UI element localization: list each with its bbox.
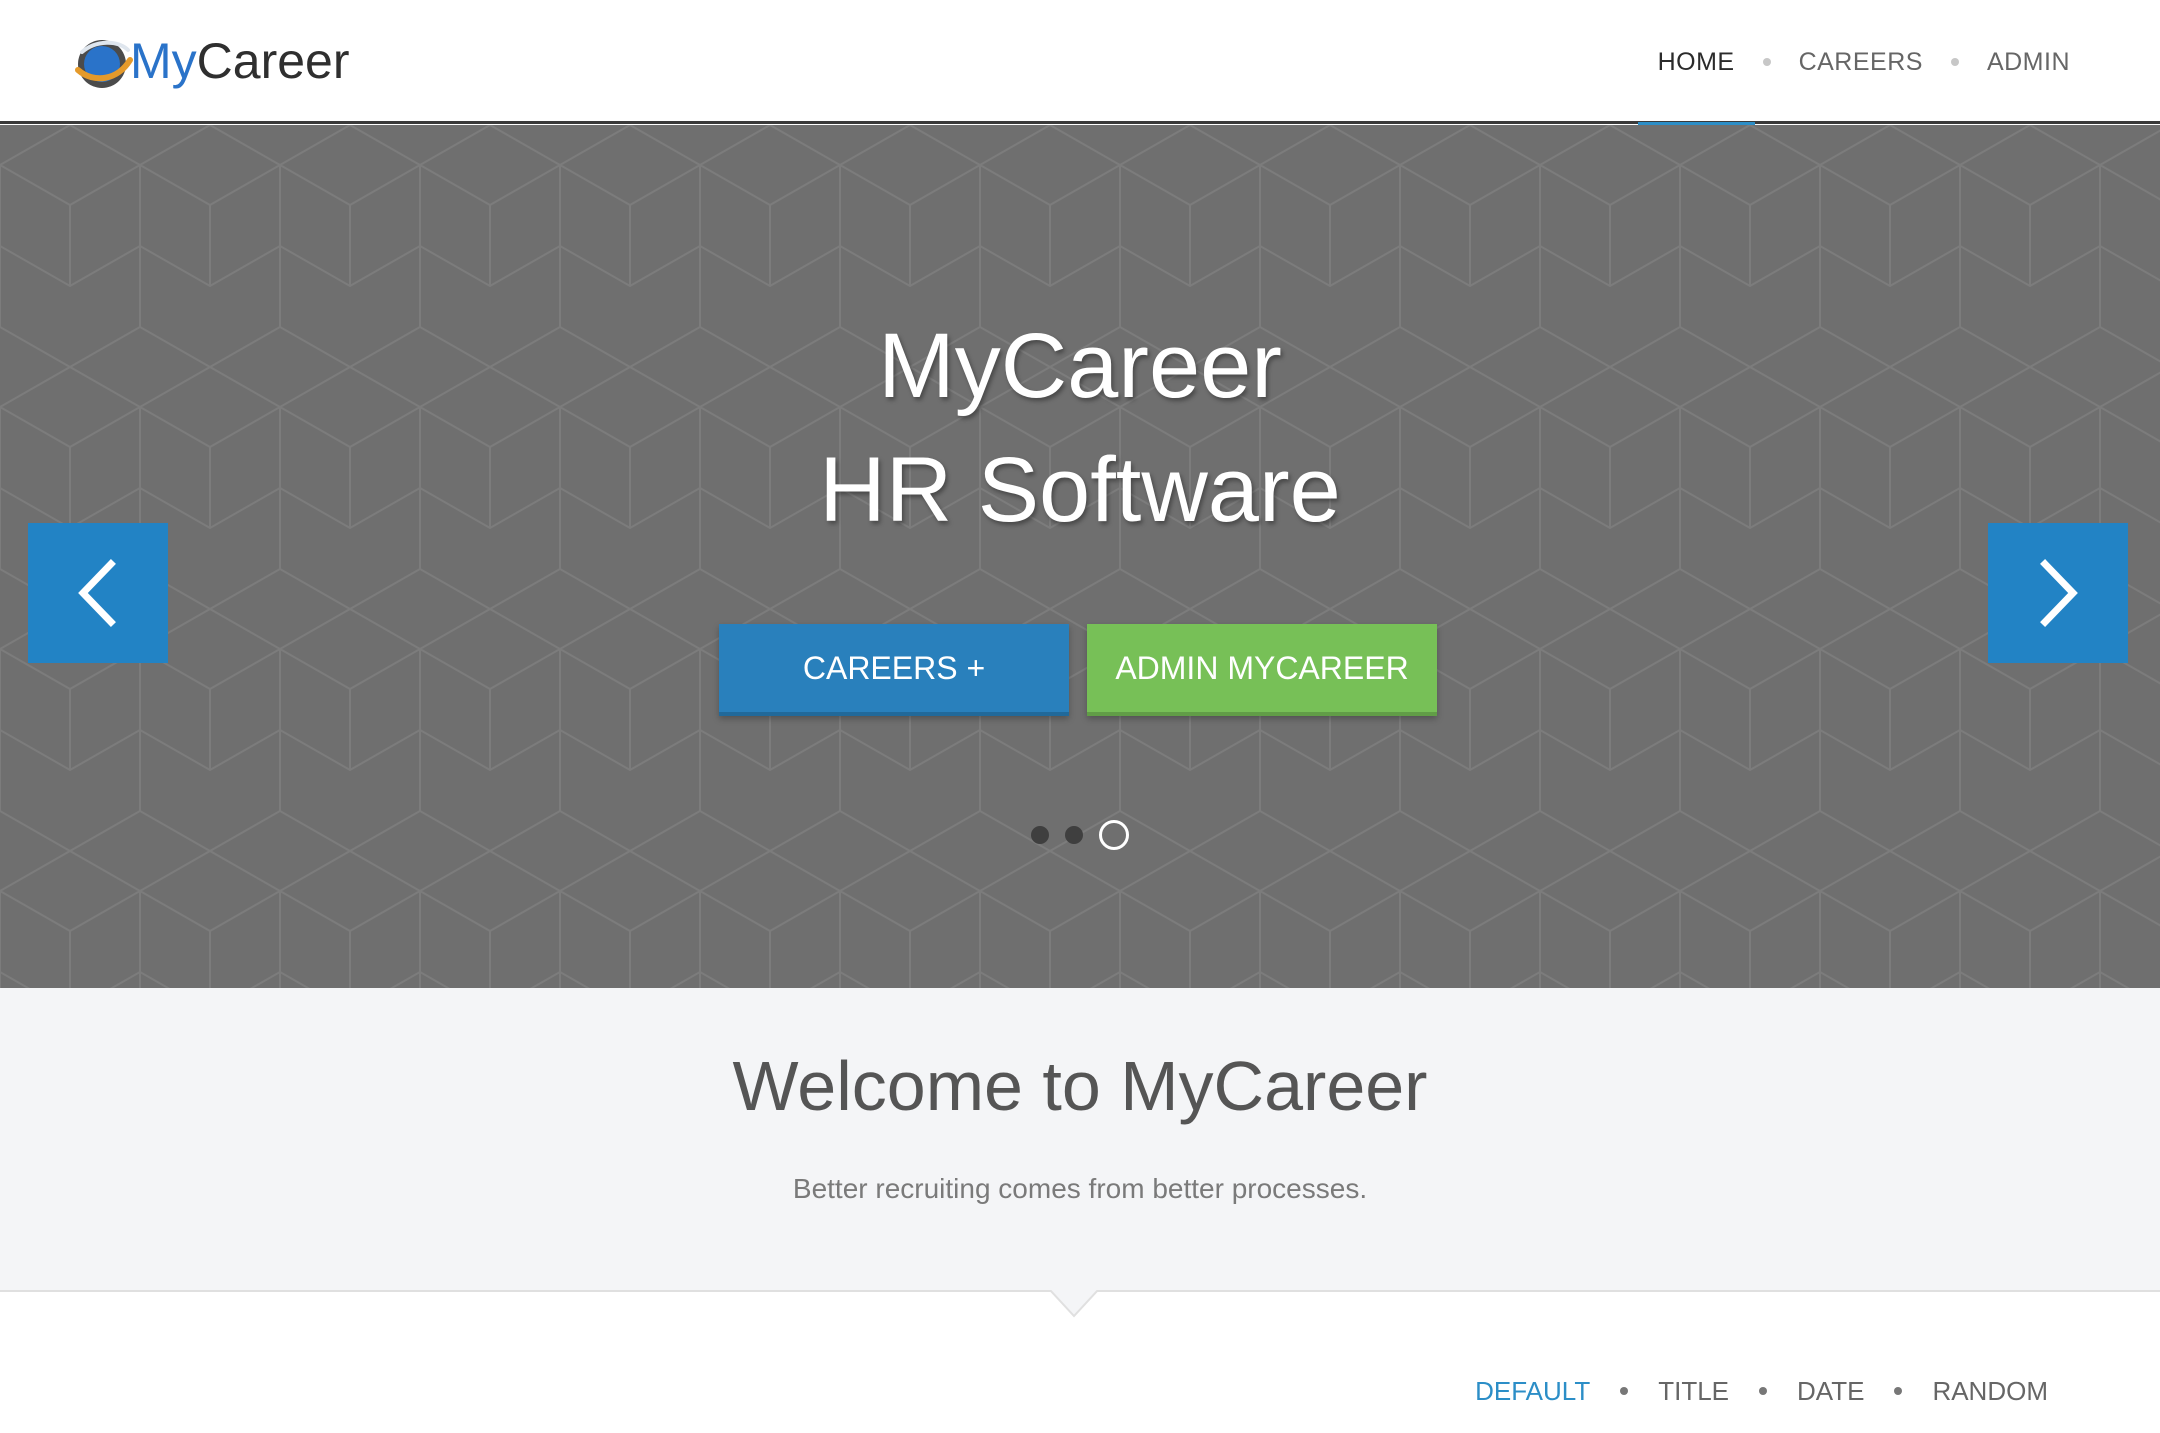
mycareer-logo[interactable]: MyCareer [74, 24, 364, 98]
logo-wordmark: MyCareer [130, 33, 350, 89]
sort-separator [1620, 1387, 1629, 1395]
section-divider-notch [1050, 1290, 1098, 1318]
next-slide-button[interactable] [1988, 523, 2128, 663]
sort-separator [1759, 1387, 1768, 1395]
site-header: MyCareer HOME CAREERS ADMIN [0, 0, 2160, 127]
sort-filter-bar: DEFAULT TITLE DATE RANDOM [1455, 1366, 2068, 1416]
nav-home[interactable]: HOME [1637, 0, 1755, 127]
hero-slider: MyCareer HR Software CAREERS + ADMIN MYC… [0, 125, 2160, 988]
previous-slide-button[interactable] [28, 523, 168, 663]
main-nav: HOME CAREERS ADMIN [1637, 0, 2090, 127]
sort-random[interactable]: RANDOM [1912, 1376, 2068, 1407]
chevron-left-icon [78, 559, 116, 627]
slide-dot-1[interactable] [1031, 826, 1049, 844]
hero-title-line2: HR Software [819, 439, 1341, 541]
slide-indicators [0, 820, 2160, 850]
sort-separator [1894, 1387, 1903, 1395]
hexagon-pattern-background [0, 125, 2160, 988]
globe-logo-icon [75, 40, 133, 88]
slide-dot-2[interactable] [1065, 826, 1083, 844]
welcome-section: Welcome to MyCareer Better recruiting co… [0, 988, 2160, 1292]
sort-date[interactable]: DATE [1777, 1376, 1884, 1407]
sort-default[interactable]: DEFAULT [1455, 1376, 1610, 1407]
nav-separator [1950, 58, 1959, 66]
nav-careers[interactable]: CAREERS [1779, 0, 1943, 124]
chevron-right-icon [2040, 559, 2078, 627]
hero-title-line1: MyCareer [878, 315, 1282, 417]
admin-mycareer-button[interactable]: ADMIN MYCAREER [1087, 624, 1437, 716]
careers-button[interactable]: CAREERS + [719, 624, 1069, 716]
welcome-subtitle: Better recruiting comes from better proc… [792, 1173, 1368, 1204]
sort-title[interactable]: TITLE [1638, 1376, 1749, 1407]
nav-admin[interactable]: ADMIN [1967, 0, 2090, 124]
welcome-title: Welcome to MyCareer [732, 1047, 1428, 1125]
nav-separator [1762, 58, 1771, 66]
slide-dot-3-active[interactable] [1099, 820, 1129, 850]
